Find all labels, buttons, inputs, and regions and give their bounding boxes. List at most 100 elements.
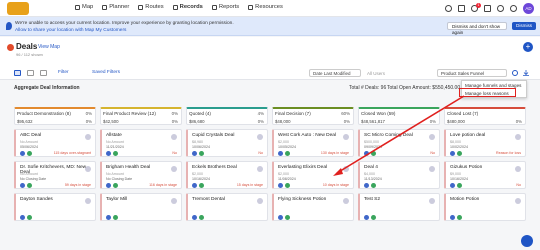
owner-avatar <box>343 134 349 140</box>
deal-name: Tremont Dental <box>192 197 225 202</box>
deal-card[interactable]: Dr. Sofie Kritchevers, MD: New Deal No A… <box>14 161 96 189</box>
deals-icon <box>7 44 14 51</box>
table-view-icon[interactable] <box>40 70 47 76</box>
activity-icon[interactable] <box>106 215 111 220</box>
menu-records[interactable]: Records <box>172 4 203 10</box>
deal-card[interactable]: Test S2 <box>358 193 440 221</box>
main-menu: Map Planner Routes Records Reports Resou… <box>75 4 283 10</box>
stage-duration: 116 days in stage <box>149 183 177 187</box>
sort-select[interactable]: Date Last Modified <box>309 69 361 77</box>
owner-avatar <box>85 134 91 140</box>
stage-percent-2: 0% <box>343 119 350 124</box>
settings-icon[interactable] <box>510 5 517 12</box>
help-icon[interactable] <box>497 5 504 12</box>
owner-avatar <box>343 166 349 172</box>
deal-card[interactable]: Brigham Health Deal No Amount No Closing… <box>100 161 182 189</box>
stage-header[interactable]: Closed Lost (7) $480,000 0% <box>444 107 526 125</box>
deal-card[interactable]: Everlasting Elixirs Deal $2,000 11/08/20… <box>272 161 354 189</box>
deal-card[interactable]: Allstate No Amount 11/21/2024 No <box>100 129 182 157</box>
deal-card[interactable]: Dayton Sandes <box>14 193 96 221</box>
deal-card[interactable]: Love potion deal $8,000 10/02/2024 Reaso… <box>444 129 526 157</box>
funnel-settings-icon[interactable] <box>512 70 518 76</box>
deal-card[interactable]: Flying Sickness Potion <box>272 193 354 221</box>
location-banner: We're unable to access your current loca… <box>0 17 540 36</box>
activity-icon[interactable] <box>364 215 369 220</box>
dismiss-button[interactable]: Dismiss <box>512 22 536 30</box>
mail-icon[interactable] <box>484 5 491 12</box>
activity-icon[interactable] <box>20 183 25 188</box>
deal-card[interactable]: SC Micro Coming Deal $500,000 09/09/2024… <box>358 129 440 157</box>
saved-filters-button[interactable]: Saved Filters <box>92 70 120 75</box>
activity-icon[interactable] <box>450 151 455 156</box>
deal-amount: No Amount <box>106 140 124 144</box>
user-avatar[interactable]: AD <box>523 3 534 14</box>
deal-card[interactable]: Tremont Dental <box>186 193 268 221</box>
activity-icon[interactable] <box>106 151 111 156</box>
activity-icon[interactable] <box>192 151 197 156</box>
records-icon <box>172 4 178 10</box>
deal-close-date: 10/16/2024 <box>450 177 468 181</box>
view-map-link[interactable]: View Map <box>38 44 60 50</box>
list-view-icon[interactable] <box>27 70 34 76</box>
stage-duration: 115 days over-stagnant <box>53 151 91 155</box>
kanban-view-icon[interactable] <box>14 70 21 76</box>
bell-icon[interactable]: 1 <box>471 3 481 12</box>
status-icon <box>371 215 376 220</box>
status-icon <box>371 183 376 188</box>
activity-icon[interactable] <box>364 183 369 188</box>
stage-column: Quoted (4) 4% $86,680 0% Cupid Crystals … <box>186 107 268 221</box>
owner-avatar <box>515 166 521 172</box>
menu-routes[interactable]: Routes <box>138 4 164 10</box>
deal-card[interactable]: West Cork Auto : New Deal $2,000 10/05/2… <box>272 129 354 157</box>
stage-header[interactable]: Product Demonstration (8) 0% $95,632 0% <box>14 107 96 125</box>
activity-icon[interactable] <box>450 215 455 220</box>
deal-card[interactable]: ABC Deal No Amount 05/06/2024 115 days o… <box>14 129 96 157</box>
menu-map[interactable]: Map <box>75 4 93 10</box>
deal-close-date: No Closing Date <box>106 177 133 181</box>
search-icon[interactable] <box>445 5 452 12</box>
add-deal-button[interactable]: + <box>523 42 533 52</box>
deal-close-date: 11/21/2024 <box>106 145 124 149</box>
activity-icon[interactable] <box>278 183 283 188</box>
activity-icon[interactable] <box>278 215 283 220</box>
stage-header[interactable]: Quoted (4) 4% $86,680 0% <box>186 107 268 125</box>
menu-reports[interactable]: Reports <box>211 4 240 10</box>
add-icon[interactable] <box>458 5 465 12</box>
menu-resources[interactable]: Resources <box>248 4 283 10</box>
chat-icon[interactable] <box>521 235 533 247</box>
deal-card[interactable]: Motion Potion <box>444 193 526 221</box>
filter-button[interactable]: Filter <box>58 70 69 75</box>
stage-duration: Reason for loss <box>496 151 521 155</box>
deal-card[interactable]: Gizukus Potion $9,000 10/16/2024 No <box>444 161 526 189</box>
activity-icon[interactable] <box>106 183 111 188</box>
activity-icon[interactable] <box>450 183 455 188</box>
activity-icon[interactable] <box>364 151 369 156</box>
download-icon[interactable] <box>523 70 529 76</box>
activity-icon[interactable] <box>278 151 283 156</box>
stage-percent: 0% <box>171 111 178 116</box>
all-users-select[interactable]: All Users <box>367 71 385 76</box>
menu-reports-label: Reports <box>218 4 240 10</box>
stage-duration: 15 days in stage <box>236 183 263 187</box>
deal-name: Test S2 <box>364 197 380 202</box>
stage-header[interactable]: Closed Won (59) $48,561,817 0% <box>358 107 440 125</box>
deal-card[interactable]: Eckels Brothers Deal $2,000 10/16/2024 1… <box>186 161 268 189</box>
stage-percent-2: 0% <box>85 119 92 124</box>
dismiss-forever-button[interactable]: Dismiss and don't show again <box>447 22 507 35</box>
stage-header[interactable]: Final Product Review (12) 0% $42,500 0% <box>100 107 182 125</box>
activity-icon[interactable] <box>20 215 25 220</box>
funnel-select[interactable]: Product Sales Funnel <box>437 69 507 77</box>
deal-card[interactable]: Taylor Mill <box>100 193 182 221</box>
deal-card[interactable]: Deal 4 $4,000 11/13/2024 <box>358 161 440 189</box>
share-location-link[interactable]: Allow to share your location with Map My… <box>15 28 126 33</box>
stage-sum: $95,632 <box>17 119 33 124</box>
activity-icon[interactable] <box>192 215 197 220</box>
stage-header[interactable]: Final Decision (7) 60% $48,000 0% <box>272 107 354 125</box>
activity-icon[interactable] <box>20 151 25 156</box>
banner-message: We're unable to access your current loca… <box>15 21 234 26</box>
app-logo[interactable] <box>7 2 29 15</box>
deal-card[interactable]: Cupid Crystals Deal $8,980 10/06/2024 No <box>186 129 268 157</box>
activity-icon[interactable] <box>192 183 197 188</box>
owner-avatar <box>257 134 263 140</box>
menu-planner[interactable]: Planner <box>102 4 129 10</box>
